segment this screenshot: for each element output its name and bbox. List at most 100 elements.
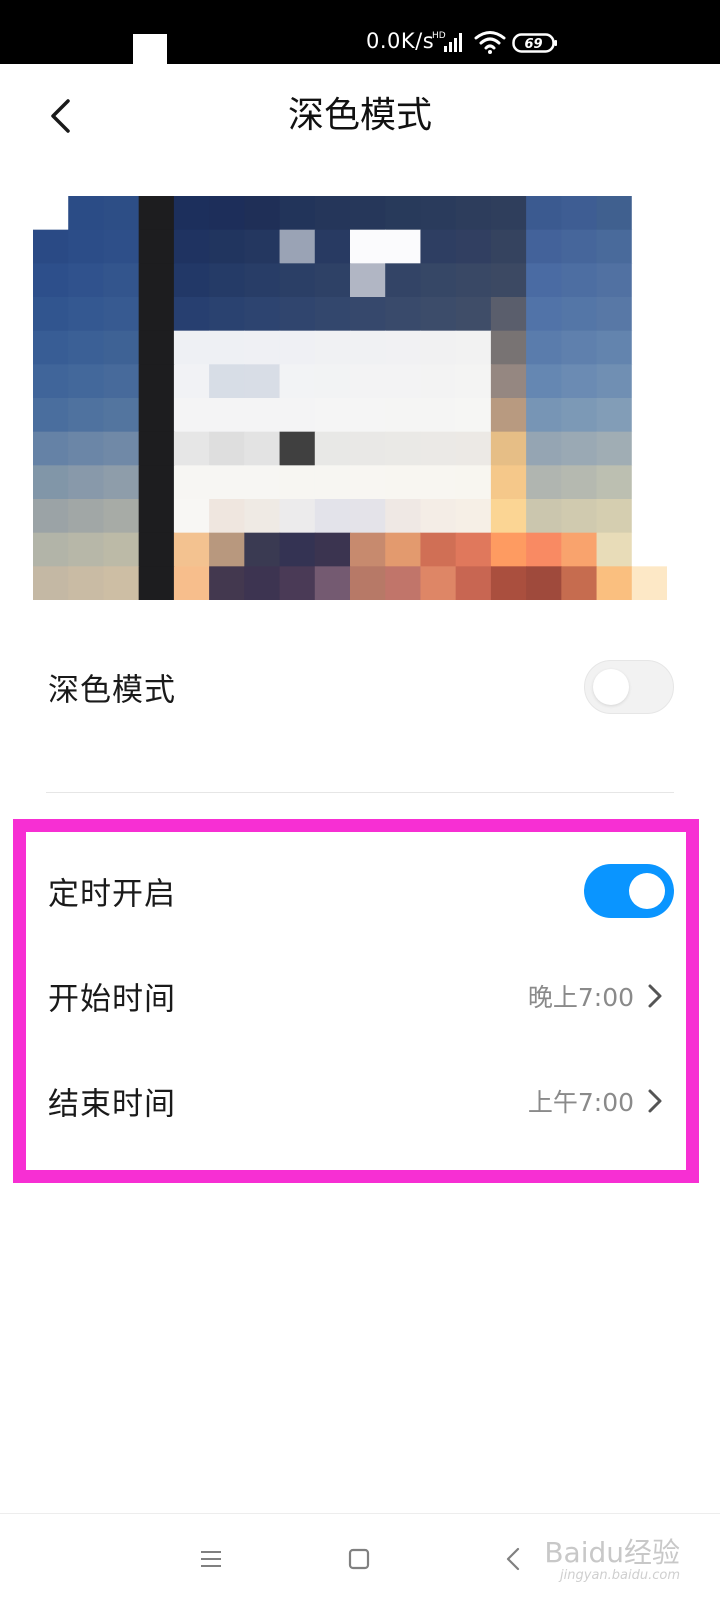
preview-pixel <box>561 465 598 500</box>
dark-mode-label: 深色模式 <box>48 672 176 709</box>
preview-pixel <box>455 263 492 298</box>
watermark-subtext: jingyan.baidu.com <box>560 1568 680 1583</box>
menu-icon <box>201 1551 221 1567</box>
preview-pixel <box>138 566 175 600</box>
schedule-row[interactable]: 定时开启 <box>48 851 674 931</box>
preview-pixel <box>279 297 316 332</box>
preview-pixel <box>209 297 245 332</box>
home-button[interactable] <box>334 1536 384 1582</box>
preview-pixel <box>561 330 598 365</box>
preview-pixel <box>455 196 492 231</box>
preview-pixel <box>631 196 667 231</box>
preview-pixel <box>350 465 386 500</box>
preview-pixel <box>68 263 105 298</box>
preview-pixel <box>631 532 667 567</box>
preview-pixel <box>490 297 527 332</box>
preview-pixel <box>350 196 386 231</box>
preview-pixel <box>173 229 210 264</box>
preview-pixel <box>244 465 281 500</box>
end-time-label: 结束时间 <box>48 1086 176 1123</box>
preview-pixel <box>420 229 457 264</box>
preview-pixel <box>138 364 175 399</box>
end-time-row[interactable]: 结束时间 上午7:00 <box>48 1061 674 1141</box>
preview-pixel <box>209 263 245 298</box>
preview-pixel <box>68 398 105 433</box>
preview-pixel <box>385 431 422 466</box>
preview-pixel <box>314 566 351 600</box>
preview-pixel <box>350 532 386 567</box>
preview-pixel <box>279 330 316 365</box>
preview-pixel <box>631 330 667 365</box>
preview-pixel <box>385 398 422 433</box>
preview-pixel <box>631 465 667 500</box>
preview-pixel <box>596 398 633 433</box>
menu-button[interactable] <box>186 1536 236 1582</box>
preview-pixel <box>455 499 492 534</box>
preview-pixel <box>103 364 140 399</box>
preview-pixel <box>526 330 562 365</box>
preview-pixel <box>138 297 175 332</box>
preview-pixel <box>490 398 527 433</box>
preview-pixel <box>596 465 633 500</box>
preview-pixel <box>561 499 598 534</box>
nav-divider <box>0 1513 720 1514</box>
preview-pixel <box>173 263 210 298</box>
preview-pixel <box>350 229 386 264</box>
preview-pixel <box>596 263 633 298</box>
home-icon <box>348 1548 370 1570</box>
preview-pixel <box>455 465 492 500</box>
back-button[interactable] <box>34 90 86 142</box>
preview-pixel <box>385 229 422 264</box>
preview-pixel <box>68 566 105 600</box>
dark-mode-row[interactable]: 深色模式 <box>48 647 674 727</box>
preview-image <box>33 196 667 600</box>
preview-pixel <box>173 196 210 231</box>
preview-pixel <box>244 297 281 332</box>
preview-pixel <box>33 431 69 466</box>
preview-pixel <box>244 229 281 264</box>
preview-pixel <box>314 499 351 534</box>
preview-pixel <box>173 465 210 500</box>
preview-pixel <box>244 499 281 534</box>
start-time-row[interactable]: 开始时间 晚上7:00 <box>48 956 674 1036</box>
toggle-knob <box>593 669 629 705</box>
preview-pixel <box>490 431 527 466</box>
preview-pixel <box>385 566 422 600</box>
preview-pixel <box>138 431 175 466</box>
preview-pixel <box>631 263 667 298</box>
preview-pixel <box>490 532 527 567</box>
back-icon <box>506 1547 520 1571</box>
preview-pixel <box>526 532 562 567</box>
preview-pixel <box>455 532 492 567</box>
preview-pixel <box>138 398 175 433</box>
preview-pixel <box>279 532 316 567</box>
preview-pixel <box>526 431 562 466</box>
preview-pixel <box>103 566 140 600</box>
preview-pixel <box>209 532 245 567</box>
preview-pixel <box>561 263 598 298</box>
preview-pixel <box>420 566 457 600</box>
preview-pixel <box>138 532 175 567</box>
preview-pixel <box>209 499 245 534</box>
preview-pixel <box>244 330 281 365</box>
preview-pixel <box>631 229 667 264</box>
preview-pixel <box>385 364 422 399</box>
chevron-right-icon <box>648 1089 662 1113</box>
preview-pixel <box>526 229 562 264</box>
signal-icon: HD <box>432 31 462 52</box>
preview-pixel <box>490 499 527 534</box>
preview-pixel <box>68 297 105 332</box>
preview-pixel <box>279 263 316 298</box>
preview-pixel <box>173 566 210 600</box>
preview-pixel <box>490 196 527 231</box>
dark-mode-toggle[interactable] <box>584 660 674 714</box>
schedule-toggle[interactable] <box>584 864 674 918</box>
preview-pixel <box>209 196 245 231</box>
preview-pixel <box>420 364 457 399</box>
preview-pixel <box>103 398 140 433</box>
preview-pixel <box>490 566 527 600</box>
preview-pixel <box>138 229 175 264</box>
preview-pixel <box>33 364 69 399</box>
preview-pixel <box>350 499 386 534</box>
back-nav-button[interactable] <box>488 1536 538 1582</box>
